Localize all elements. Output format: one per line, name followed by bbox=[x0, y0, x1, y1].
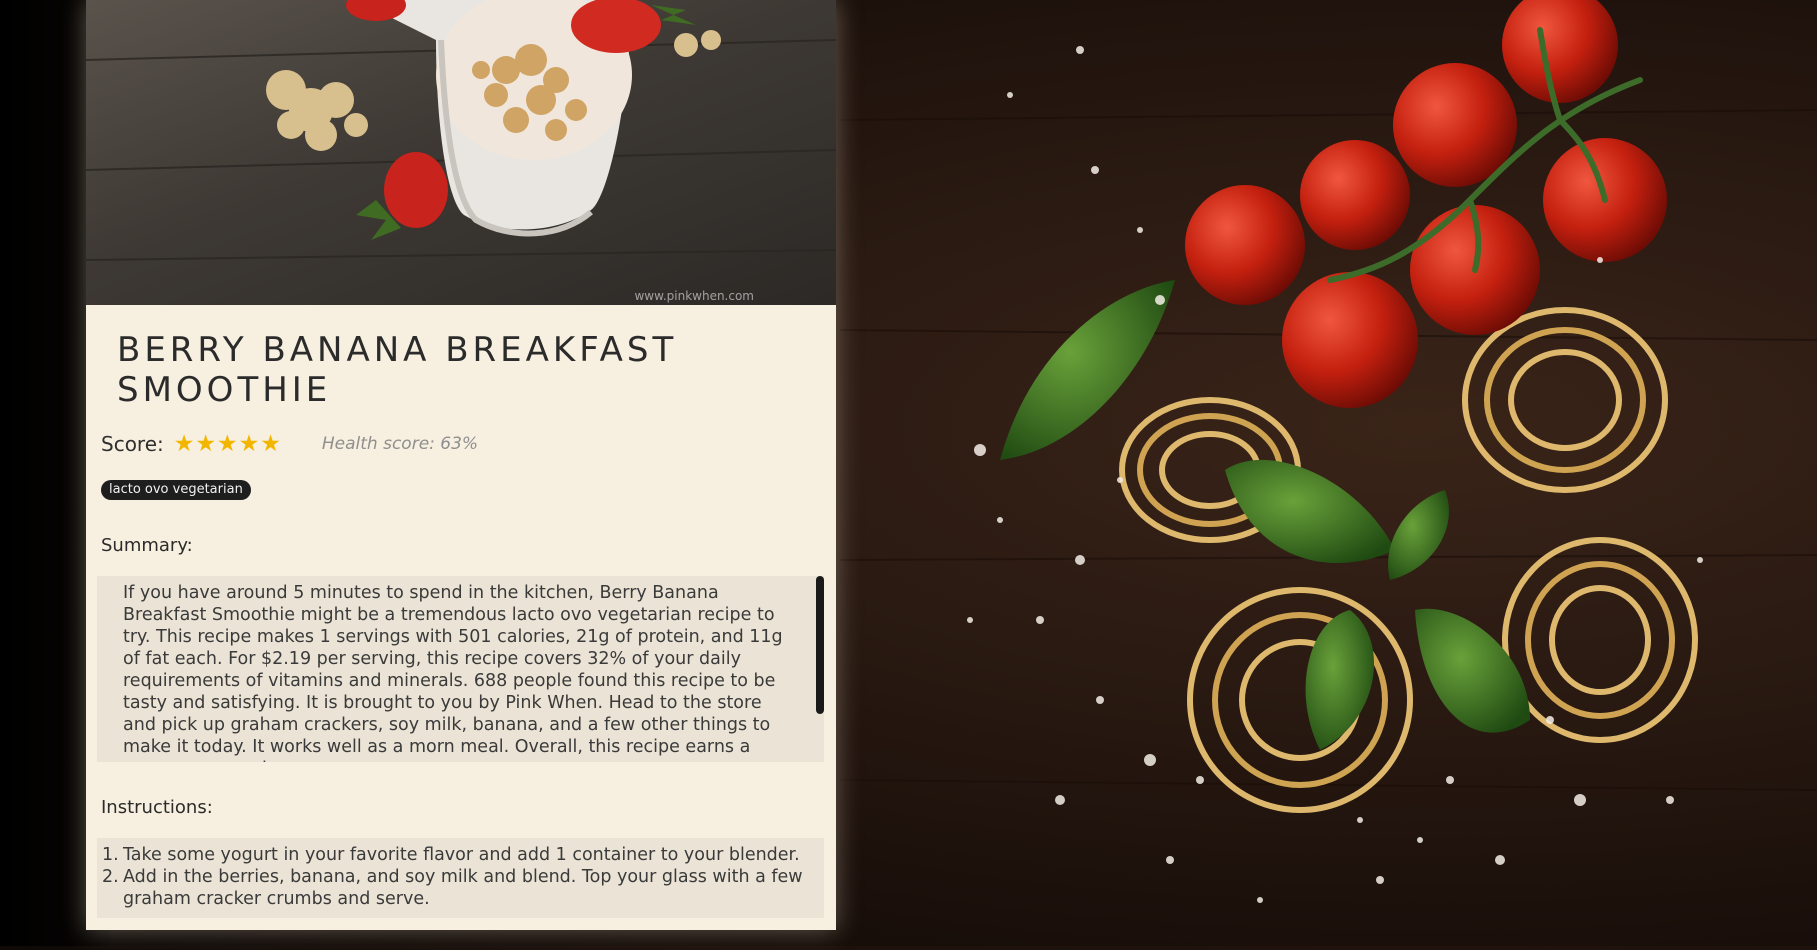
recipe-hero-image: www.pinkwhen.com bbox=[86, 0, 836, 305]
smoothie-photo bbox=[86, 0, 836, 261]
health-score: Health score: 63% bbox=[321, 434, 479, 454]
score-label: Score: bbox=[101, 432, 164, 456]
diet-tag[interactable]: lacto ovo vegetarian bbox=[101, 480, 251, 500]
instructions-label: Instructions: bbox=[101, 797, 213, 818]
summary-label: Summary: bbox=[101, 535, 193, 556]
summary-box[interactable]: If you have around 5 minutes to spend in… bbox=[97, 576, 824, 762]
instruction-step-text: Add in the berries, banana, and soy milk… bbox=[123, 867, 803, 909]
summary-scrollbar[interactable] bbox=[816, 576, 824, 714]
score-row: Score: ★★★★★ Health score: 63% bbox=[101, 430, 478, 458]
instruction-step: 2. Add in the berries, banana, and soy m… bbox=[102, 866, 806, 910]
recipe-card: www.pinkwhen.com Berry Banana Breakfast … bbox=[86, 0, 836, 930]
instruction-step-number: 1. bbox=[102, 845, 119, 865]
recipe-title: Berry Banana Breakfast Smoothie bbox=[117, 330, 678, 410]
star-rating: ★★★★★ bbox=[173, 431, 282, 457]
instructions-list: 1. Take some yogurt in your favorite fla… bbox=[97, 838, 824, 910]
photo-watermark: www.pinkwhen.com bbox=[634, 289, 754, 303]
instruction-step: 1. Take some yogurt in your favorite fla… bbox=[102, 844, 806, 866]
instruction-step-text: Take some yogurt in your favorite flavor… bbox=[123, 845, 800, 865]
instructions-box: 1. Take some yogurt in your favorite fla… bbox=[97, 838, 824, 918]
instruction-step-number: 2. bbox=[102, 867, 119, 887]
summary-text: If you have around 5 minutes to spend in… bbox=[123, 583, 783, 762]
